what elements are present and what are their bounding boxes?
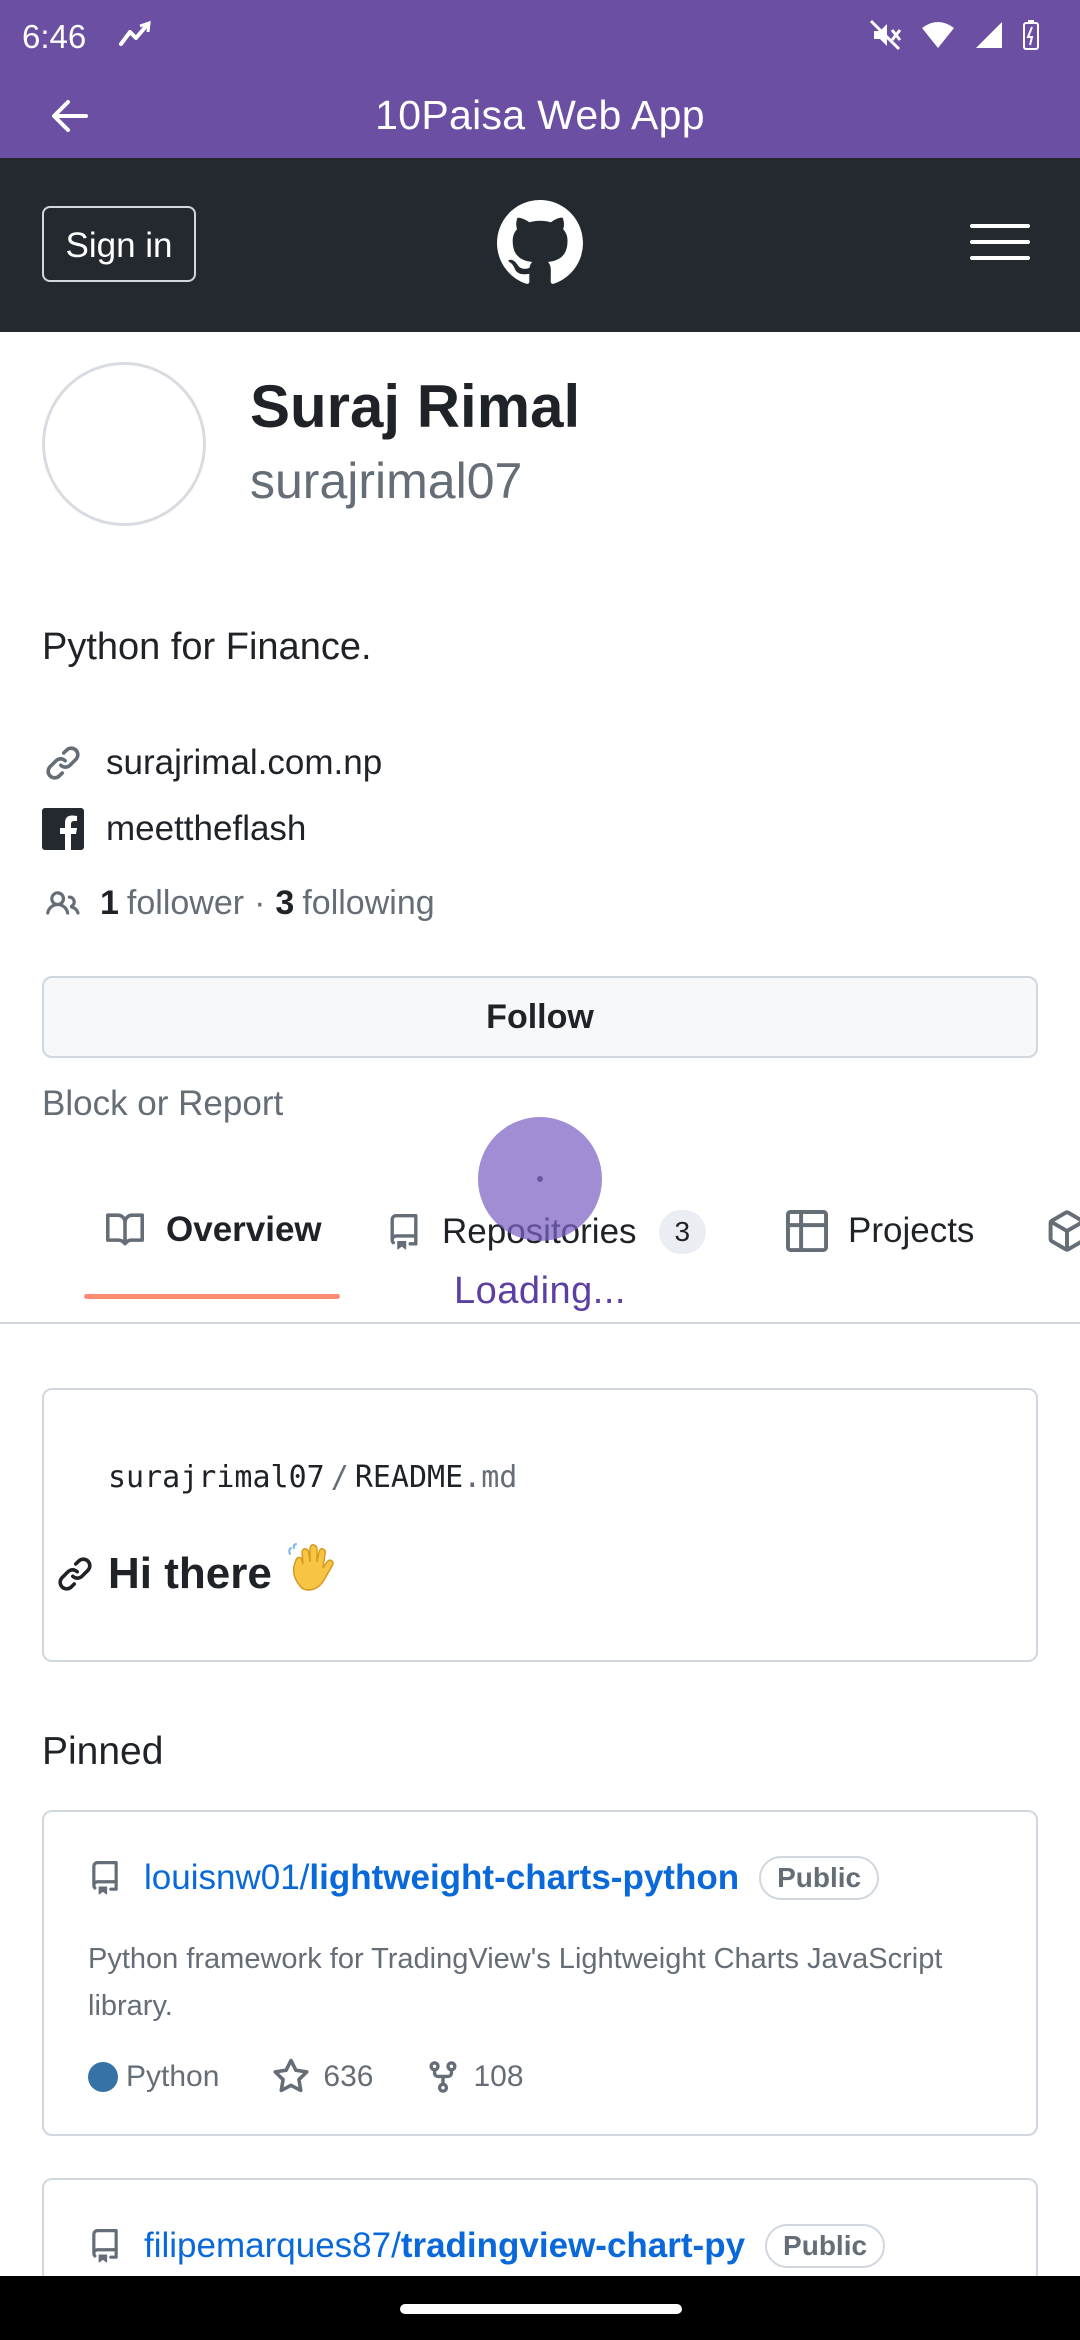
profile-name: Suraj Rimal (250, 373, 581, 440)
tab-overview-label: Overview (166, 1210, 322, 1249)
repo-icon (88, 2226, 122, 2266)
profile-username: surajrimal07 (250, 453, 523, 509)
website-row: surajrimal.com.np (42, 742, 382, 784)
stars-stat[interactable]: 636 (271, 2058, 373, 2096)
separator-dot: · (254, 884, 266, 922)
followers-count[interactable]: 1 (100, 884, 119, 923)
repo-owner-link[interactable]: louisnw01/ (144, 1858, 309, 1898)
table-icon (786, 1210, 828, 1252)
visibility-badge: Public (759, 1856, 880, 1900)
repo-stats: Python 636 108 (88, 2058, 524, 2096)
wave-emoji-icon (286, 1542, 338, 1605)
status-time: 6:46 (22, 18, 87, 55)
forks-count: 108 (473, 2060, 524, 2093)
pinned-repo-card: louisnw01/lightweight-charts-python Publ… (42, 1810, 1038, 2136)
block-or-report-link[interactable]: Block or Report (42, 1084, 283, 1124)
repo-owner-link[interactable]: filipemarques87/ (144, 2226, 401, 2266)
loading-text: Loading... (454, 1270, 626, 1312)
forks-stat[interactable]: 108 (425, 2058, 524, 2096)
readme-owner[interactable]: surajrimal07 (108, 1460, 325, 1495)
readme-card: surajrimal07/README.md Hi there (42, 1388, 1038, 1662)
signal-icon (974, 20, 1004, 55)
stars-count: 636 (323, 2060, 374, 2093)
tab-projects[interactable]: Projects (786, 1210, 974, 1252)
tab-overview[interactable]: Overview (104, 1210, 322, 1250)
readme-heading: Hi there (56, 1542, 338, 1605)
following-label[interactable]: following (302, 884, 434, 923)
visibility-badge: Public (765, 2224, 886, 2268)
facebook-icon (42, 808, 84, 850)
facebook-link[interactable]: meettheflash (106, 809, 306, 849)
repo-name-link[interactable]: lightweight-charts-python (309, 1858, 739, 1898)
github-header: Sign in (0, 158, 1080, 332)
menu-icon[interactable] (970, 222, 1030, 267)
star-icon (273, 2058, 309, 2093)
link-icon (42, 742, 84, 784)
readme-path-separator: / (330, 1460, 349, 1495)
tab-projects-label: Projects (848, 1211, 975, 1250)
readme-heading-text: Hi there (108, 1548, 272, 1598)
facebook-row: meettheflash (42, 808, 306, 850)
app-bar: 10Paisa Web App (0, 76, 1080, 158)
home-gesture-handle[interactable] (400, 2304, 682, 2314)
activity-icon (118, 20, 154, 55)
battery-icon (1022, 19, 1040, 56)
repo-icon (386, 1212, 422, 1252)
repo-language: Python (126, 2060, 220, 2093)
wifi-icon (920, 20, 956, 55)
mute-icon (868, 18, 902, 57)
package-icon (1046, 1210, 1080, 1252)
tab-packages[interactable] (1046, 1210, 1080, 1252)
following-count[interactable]: 3 (275, 884, 294, 923)
status-bar: 6:46 (0, 0, 1080, 76)
readme-path: surajrimal07/README.md (108, 1460, 517, 1495)
follow-button[interactable]: Follow (42, 976, 1038, 1058)
repo-title-line: filipemarques87/tradingview-chart-py Pub… (88, 2224, 886, 2268)
avatar[interactable] (42, 362, 206, 526)
book-icon (104, 1211, 146, 1249)
touch-point (537, 1176, 543, 1182)
repo-icon (88, 1858, 122, 1898)
repositories-count-badge: 3 (658, 1210, 707, 1254)
system-navigation-bar (0, 2276, 1080, 2340)
repo-description: Python framework for TradingView's Light… (88, 1943, 943, 2022)
fork-icon (429, 2061, 457, 2093)
app-title: 10Paisa Web App (375, 92, 705, 138)
repo-name-link[interactable]: tradingview-chart-py (401, 2226, 745, 2266)
pinned-heading: Pinned (42, 1730, 164, 1773)
website-link[interactable]: surajrimal.com.np (106, 743, 382, 783)
followers-label[interactable]: follower (127, 884, 244, 923)
github-logo-icon[interactable] (497, 200, 583, 291)
touch-indicator (478, 1117, 602, 1241)
followers-row: 1 follower · 3 following (42, 884, 435, 923)
language-color-dot (88, 2062, 118, 2092)
people-icon (42, 887, 84, 921)
anchor-link-icon[interactable] (56, 1555, 94, 1593)
sign-in-button[interactable]: Sign in (42, 206, 196, 282)
repo-title-line: louisnw01/lightweight-charts-python Publ… (88, 1856, 880, 1900)
readme-file[interactable]: README (355, 1460, 463, 1495)
profile-bio: Python for Finance. (42, 626, 372, 668)
readme-ext: .md (463, 1460, 518, 1495)
